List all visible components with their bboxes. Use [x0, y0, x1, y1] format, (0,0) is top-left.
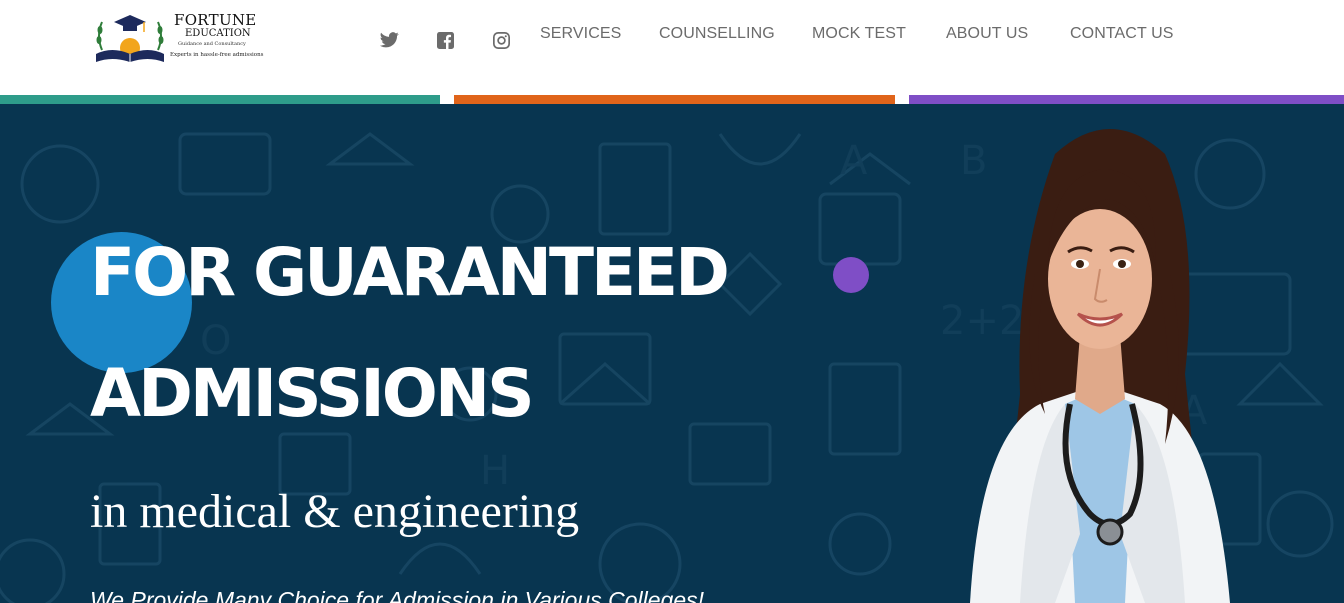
instagram-icon [492, 31, 510, 49]
twitter-link[interactable] [379, 30, 399, 50]
nav-about-us[interactable]: ABOUT US [946, 25, 1028, 43]
facebook-icon [436, 31, 454, 49]
brand-slogan: Experts in hassle-free admissions [170, 52, 264, 58]
accent-bar-purple [909, 95, 1344, 104]
svg-text:A: A [840, 138, 868, 184]
twitter-icon [379, 32, 399, 48]
hero-headline-line1: FOR GUARANTEED [90, 234, 730, 311]
nav-counselling[interactable]: COUNSELLING [659, 25, 775, 43]
site-header: FORTUNE EDUCATION Guidance and Consultan… [0, 0, 1344, 95]
decorative-purple-dot [833, 257, 869, 293]
accent-bar-orange [454, 95, 895, 104]
logo-emblem-icon [96, 15, 164, 62]
hero-headline-line2: ADMISSIONS [90, 355, 535, 432]
facebook-link[interactable] [435, 30, 455, 50]
brand-tagline: Guidance and Consultancy [178, 41, 246, 47]
accent-bar-teal [0, 95, 440, 104]
brand-logo[interactable]: FORTUNE EDUCATION Guidance and Consultan… [94, 10, 290, 66]
brand-name-line2: EDUCATION [185, 28, 251, 39]
nav-contact-us[interactable]: CONTACT US [1070, 25, 1174, 43]
nav-mock-test[interactable]: MOCK TEST [812, 25, 906, 43]
hero-subheadline: in medical & engineering [90, 485, 580, 538]
logo-wordmark: FORTUNE EDUCATION Guidance and Consultan… [168, 10, 290, 66]
doctor-portrait-image [970, 129, 1230, 603]
hero-banner: A B C 2+2 H A O FOR GUARANTEED ADMISSION… [0, 104, 1344, 603]
instagram-link[interactable] [491, 30, 511, 50]
hero-description: We Provide Many Choice for Admission in … [90, 587, 705, 603]
nav-services[interactable]: SERVICES [540, 25, 621, 43]
brand-name: FORTUNE [174, 11, 257, 29]
